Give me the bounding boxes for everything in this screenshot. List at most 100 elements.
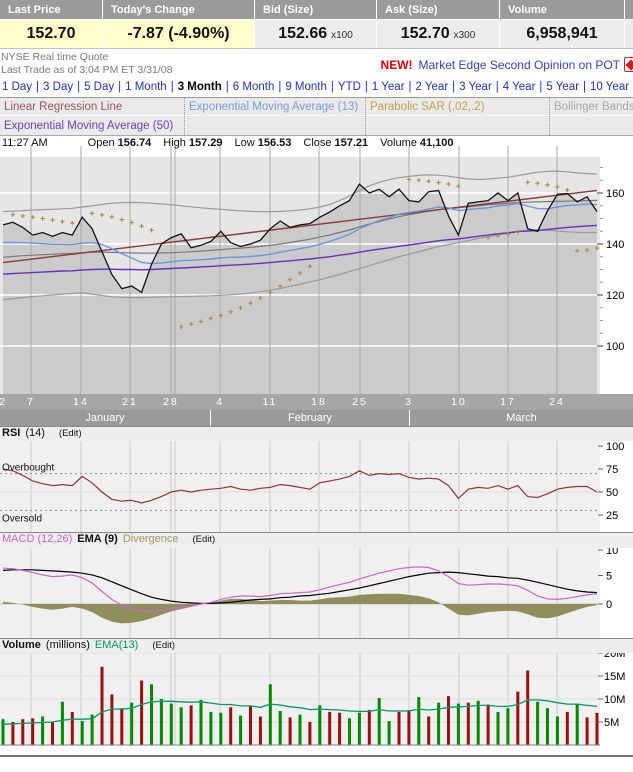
month-february: February [210, 410, 409, 426]
day-tick-10: 10 [451, 396, 467, 408]
x-axis-day-labels: 2714212841118253101724 [0, 394, 633, 410]
legend-ema13: Exponential Moving Average (13) [189, 98, 358, 116]
rsi-edit-link[interactable]: (Edit) [59, 427, 82, 440]
month-march: March [409, 410, 633, 426]
ask-size: x300 [454, 27, 476, 41]
svg-text:5M: 5M [604, 717, 619, 729]
market-edge-link[interactable]: Market Edge Second Opinion on POT [419, 58, 620, 72]
todays-change-header: Today's Change [103, 0, 255, 19]
tab-3-year[interactable]: 3 Year [459, 81, 492, 93]
svg-text:50: 50 [606, 487, 618, 499]
day-tick-21: 21 [122, 396, 138, 408]
next-column-value-stub [625, 20, 633, 48]
last-price-value: 152.70 [0, 20, 103, 48]
tab-1-year[interactable]: 1 Year [372, 81, 405, 93]
day-tick-14: 14 [73, 396, 89, 408]
todays-change-value: -7.87 (-4.90%) [103, 20, 255, 48]
macd-panel: MACD (12,26) EMA (9) Divergence (Edit) 1… [0, 532, 633, 638]
legend-divider [184, 98, 185, 135]
day-tick-7: 7 [27, 396, 35, 408]
time-range-tabs: 1 Day|3 Day|5 Day|1 Month|3 Month|6 Mont… [0, 78, 633, 97]
close-label: Close [303, 137, 331, 149]
main-chart-panel: 11:27 AMOpen156.74High157.29Low156.53Clo… [0, 136, 633, 394]
bid-size: x100 [331, 27, 353, 41]
svg-text:140: 140 [606, 239, 624, 251]
tab-separator: | [496, 81, 499, 93]
tab-2-year[interactable]: 2 Year [416, 81, 449, 93]
high-label: High [163, 137, 186, 149]
macd-label-row: MACD (12,26) EMA (9) Divergence (Edit) [0, 533, 633, 548]
rsi-panel: RSI (14) (Edit) Overbought Oversold 100 75 5… [0, 426, 633, 532]
volume-chart-svg: 20M15M10M5M [0, 653, 633, 746]
tab-10-year[interactable]: 10 Year [590, 81, 629, 93]
quote-time: 11:27 AM [2, 137, 48, 149]
svg-text:0: 0 [606, 599, 612, 611]
tab-4-year[interactable]: 4 Year [503, 81, 536, 93]
tab-separator: | [36, 81, 39, 93]
legend-divider [365, 98, 366, 135]
tab-6-month[interactable]: 6 Month [233, 81, 275, 93]
volume-panel: Volume (millions) EMA(13) (Edit) 20M15M1… [0, 638, 633, 746]
tab-3-month[interactable]: 3 Month [178, 81, 222, 93]
legend-parabolic-sar: Parabolic SAR (.02,.2) [370, 98, 484, 116]
svg-text:20M: 20M [604, 653, 625, 660]
rsi-param: (14) [25, 427, 45, 440]
bid-value: 152.66 x100 [255, 20, 377, 48]
indicator-legend: Linear Regression Line Exponential Movin… [0, 97, 633, 136]
low-label: Low [235, 137, 255, 149]
macd-divergence-label: Divergence [123, 533, 179, 546]
bid-price: 152.66 [278, 25, 327, 43]
tab-ytd[interactable]: YTD [338, 81, 361, 93]
tab-5-day[interactable]: 5 Day [84, 81, 114, 93]
svg-text:25: 25 [606, 510, 618, 522]
tab-5-year[interactable]: 5 Year [546, 81, 579, 93]
svg-text:Overbought: Overbought [2, 463, 54, 474]
svg-text:Oversold: Oversold [2, 513, 42, 524]
svg-text:75: 75 [606, 464, 618, 476]
volume-label-row: Volume (millions) EMA(13) (Edit) [0, 639, 633, 653]
tab-separator: | [226, 81, 229, 93]
price-chart-svg: 160140120100 [0, 141, 633, 394]
tab-separator: | [77, 81, 80, 93]
open-value: 156.74 [118, 137, 152, 149]
volume-edit-link[interactable]: (Edit) [152, 639, 175, 652]
ask-value: 152.70x300 [377, 20, 500, 48]
day-tick-11: 11 [263, 396, 278, 408]
legend-row-2: Exponential Moving Average (50) [0, 117, 633, 135]
legend-ema50: Exponential Moving Average (50) [4, 117, 173, 135]
day-tick-25: 25 [352, 396, 368, 408]
tab-separator: | [171, 81, 174, 93]
tab-separator: | [118, 81, 121, 93]
rsi-name: RSI [2, 427, 20, 440]
tab-separator: | [278, 81, 281, 93]
ask-header: Ask (Size) [377, 0, 500, 19]
quote-info: NYSE Real time Quote Last Trade as of 3:… [0, 49, 633, 78]
macd-edit-link[interactable]: (Edit) [192, 533, 215, 546]
tab-9-month[interactable]: 9 Month [285, 81, 327, 93]
footer-rule [0, 755, 633, 757]
month-january: January [0, 410, 210, 426]
pdf-icon[interactable] [624, 57, 633, 72]
new-badge: NEW! [381, 58, 413, 72]
rsi-label-row: RSI (14) (Edit) [0, 427, 633, 441]
tab-1-month[interactable]: 1 Month [125, 81, 167, 93]
svg-text:10: 10 [606, 548, 618, 557]
day-tick-3: 3 [405, 396, 413, 408]
open-label: Open [88, 137, 115, 149]
svg-text:100: 100 [606, 441, 624, 453]
tab-3-day[interactable]: 3 Day [43, 81, 73, 93]
day-tick-4: 4 [216, 396, 224, 408]
rsi-chart-svg: Overbought Oversold 100 75 50 25 [0, 441, 633, 532]
next-column-stub [625, 0, 633, 19]
tab-separator: | [331, 81, 334, 93]
tab-separator: | [452, 81, 455, 93]
tab-1-day[interactable]: 1 Day [2, 81, 32, 93]
day-tick-2: 2 [0, 396, 7, 408]
volume-header: Volume [500, 0, 625, 19]
legend-row-1: Linear Regression Line Exponential Movin… [0, 98, 633, 116]
legend-bollinger-bands: Bollinger Bands (2 [554, 98, 633, 116]
x-axis-month-band: January February March [0, 410, 633, 426]
last-price-header: Last Price [0, 0, 103, 19]
volume-name: Volume [2, 639, 41, 652]
svg-text:15M: 15M [604, 671, 625, 683]
